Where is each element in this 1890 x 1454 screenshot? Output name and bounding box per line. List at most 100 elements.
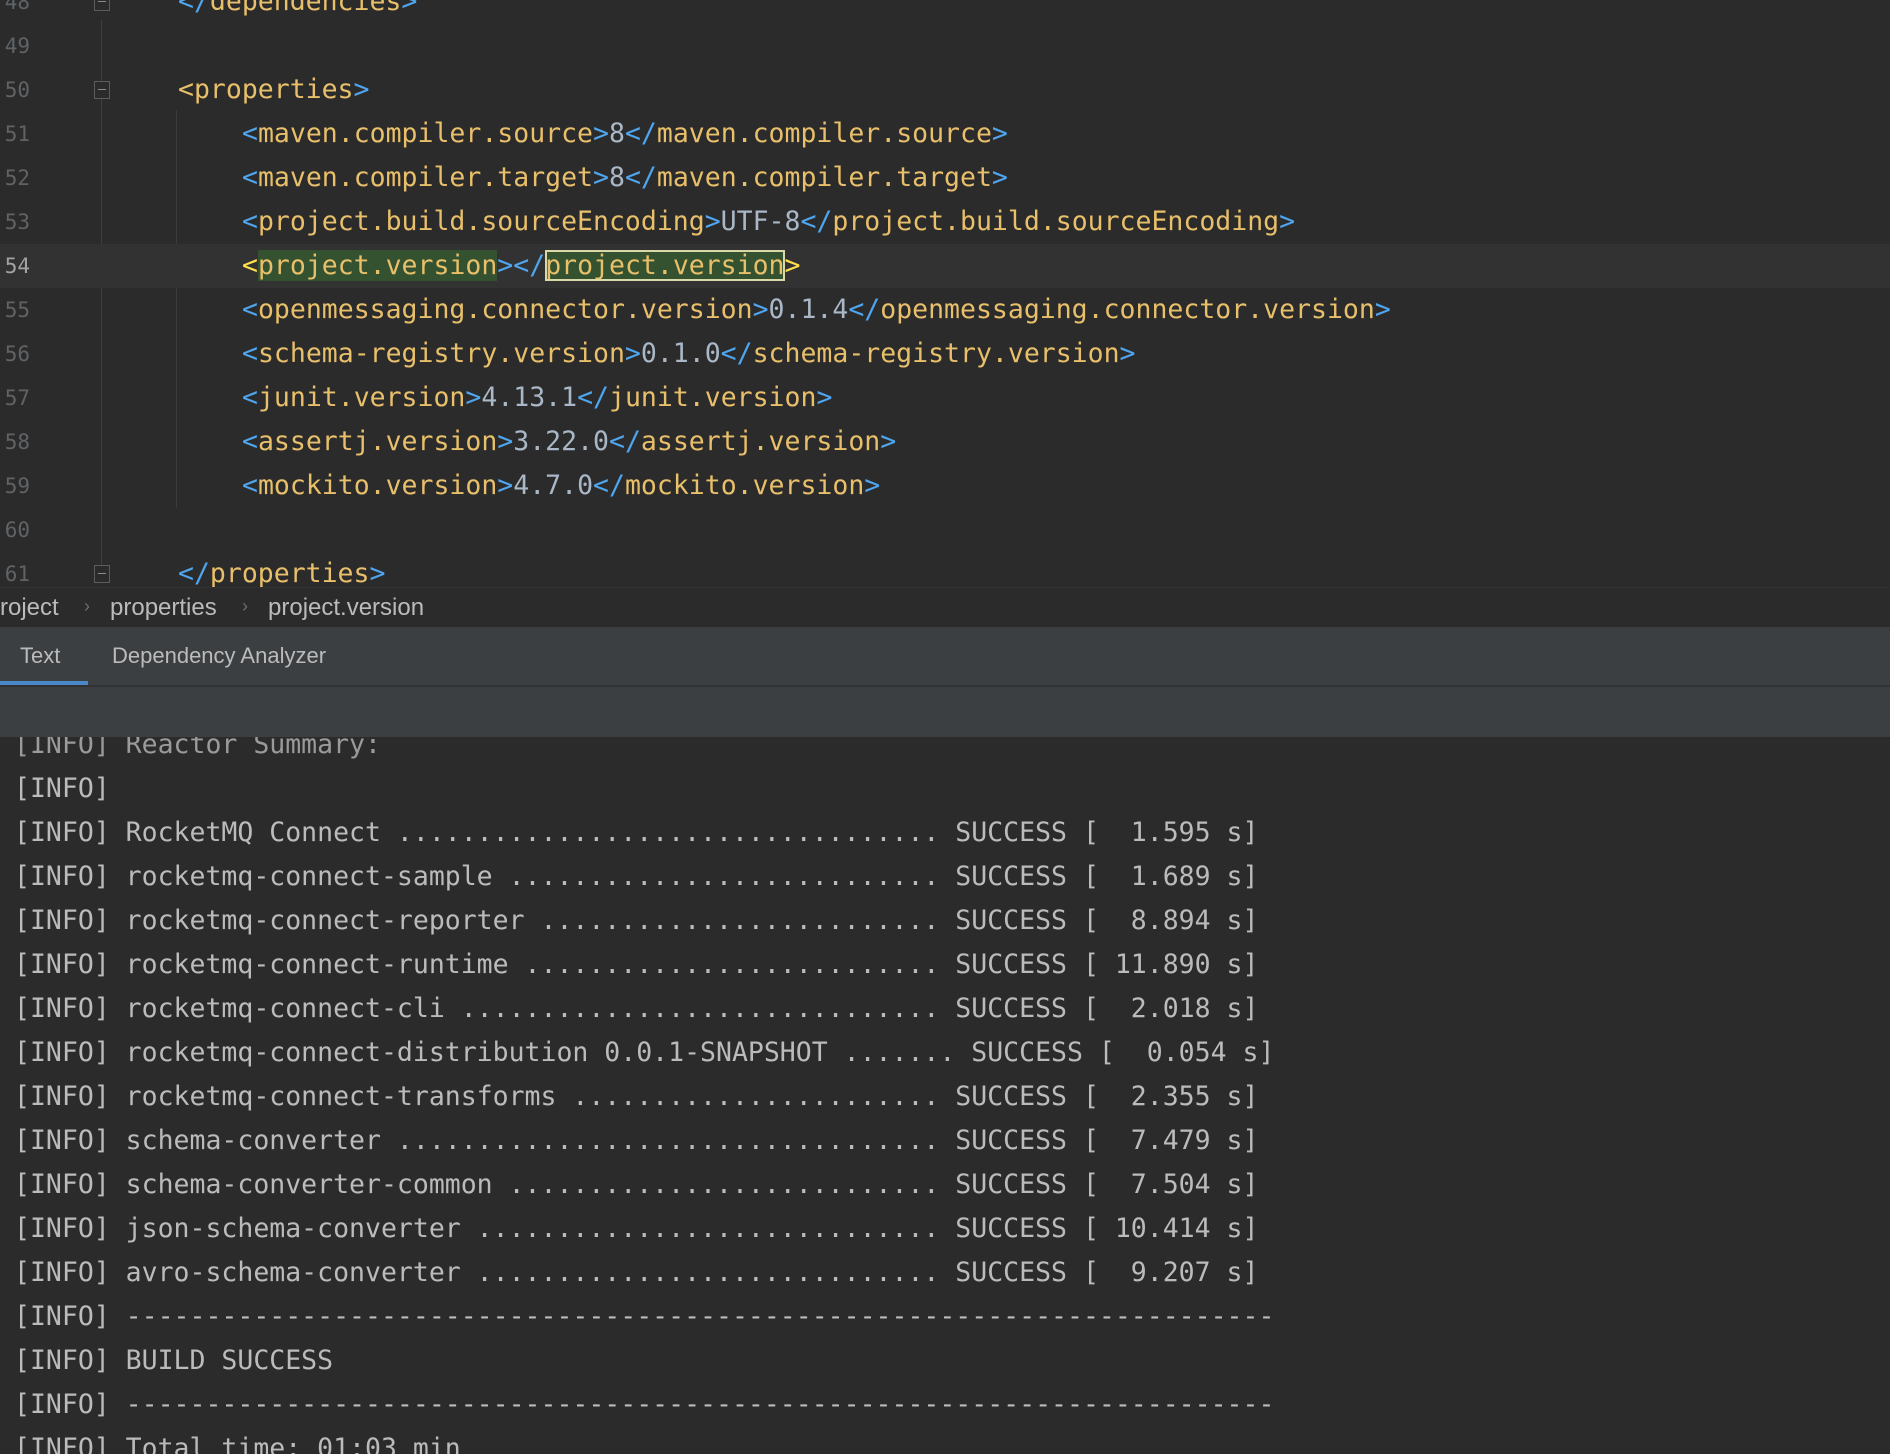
code-token: <	[242, 118, 258, 149]
code-line[interactable]: 49	[0, 24, 1890, 68]
line-number: 48	[4, 0, 30, 14]
console-line: [INFO] avro-schema-converter ...........…	[14, 1257, 1259, 1288]
run-console[interactable]: [INFO] Reactor Summary: [INFO] [INFO] Roc…	[0, 737, 1890, 1454]
breadcrumb: roject › properties › project.version	[0, 587, 1890, 628]
code-token: project.build.sourceEncoding	[257, 206, 705, 237]
code-line[interactable]: 60	[0, 508, 1890, 552]
console-line: [INFO] rocketmq-connect-distribution 0.0…	[14, 1037, 1275, 1068]
code-text: <maven.compiler.target>8</maven.compiler…	[242, 156, 1008, 200]
code-line[interactable]: 48 </dependencies>	[0, 0, 1890, 24]
code-line[interactable]: 58 <assertj.version>3.22.0</assertj.versi…	[0, 420, 1890, 464]
code-line[interactable]: 50 <properties>	[0, 68, 1890, 112]
code-line[interactable]: 56 <schema-registry.version>0.1.0</schema…	[0, 332, 1890, 376]
code-line[interactable]: 55 <openmessaging.connector.version>0.1.4…	[0, 288, 1890, 332]
code-token: </	[609, 426, 641, 457]
line-number: 57	[4, 386, 30, 410]
code-token: properties	[209, 558, 370, 587]
breadcrumb-item-project[interactable]: roject	[0, 594, 59, 622]
code-text: </properties>	[178, 552, 385, 587]
code-line[interactable]: 53 <project.build.sourceEncoding>UTF-8</p…	[0, 200, 1890, 244]
fold-toggle-icon[interactable]	[94, 81, 110, 99]
code-token: 8	[608, 162, 625, 193]
code-token: <	[242, 426, 258, 457]
console-line: [INFO] rocketmq-connect-cli ............…	[14, 993, 1259, 1024]
code-line[interactable]: 54 <project.version></project.version>	[0, 244, 1890, 288]
code-token: 0.1.4	[768, 294, 849, 325]
code-token: maven.compiler.source	[257, 118, 594, 149]
fold-toggle-icon[interactable]	[94, 0, 110, 11]
code-token: dependencies	[209, 0, 402, 17]
code-token: </	[577, 382, 610, 413]
code-token: >	[880, 426, 897, 457]
code-token: </	[593, 470, 625, 501]
code-token: <	[242, 294, 258, 325]
run-panel-header	[0, 687, 1890, 738]
code-token: <	[242, 382, 258, 413]
code-token: UTF-8	[720, 206, 801, 237]
code-text: <properties>	[178, 68, 369, 112]
code-line[interactable]: 61 </properties>	[0, 552, 1890, 587]
code-token: maven.compiler.source	[656, 118, 992, 149]
code-token: >	[497, 470, 514, 501]
code-token: >	[1279, 206, 1296, 237]
code-text: <openmessaging.connector.version>0.1.4</…	[242, 288, 1391, 332]
code-token: <	[242, 250, 258, 281]
tab-dependency-analyzer[interactable]: Dependency Analyzer	[92, 627, 346, 685]
code-token: junit.version	[257, 382, 466, 413]
code-token: schema-registry.version	[752, 338, 1120, 369]
code-token: >	[864, 470, 881, 501]
line-number: 50	[4, 78, 30, 102]
line-number: 60	[4, 518, 30, 542]
console-line: [INFO] BUILD SUCCESS	[14, 1345, 334, 1376]
code-text: <assertj.version>3.22.0</assertj.version…	[242, 420, 896, 464]
code-token: project.build.sourceEncoding	[832, 206, 1280, 237]
line-number: 54	[4, 254, 30, 278]
line-number: 49	[4, 34, 30, 58]
line-number: 59	[4, 474, 30, 498]
tab-text[interactable]: Text	[0, 627, 88, 685]
code-line[interactable]: 59 <mockito.version>4.7.0</mockito.versio…	[0, 464, 1890, 508]
code-token: >	[369, 558, 386, 587]
code-token: mockito.version	[257, 470, 498, 501]
code-text: <mockito.version>4.7.0</mockito.version>	[242, 464, 880, 508]
line-number: 53	[4, 210, 30, 234]
chevron-right-icon: ›	[84, 596, 90, 616]
breadcrumb-item-project-version[interactable]: project.version	[268, 594, 424, 622]
code-token: >	[624, 338, 641, 369]
code-token: >	[353, 74, 370, 105]
code-editor[interactable]: 48 </dependencies> 49 50 <properties> 51 <mave…	[0, 0, 1890, 587]
code-token: </	[800, 206, 833, 237]
console-line: [INFO] schema-converter-common .........…	[14, 1169, 1259, 1200]
code-token: </	[513, 250, 546, 281]
breadcrumb-item-properties[interactable]: properties	[110, 594, 217, 622]
code-line[interactable]: 57 <junit.version>4.13.1</junit.version>	[0, 376, 1890, 420]
code-token: >	[784, 250, 801, 281]
code-line[interactable]: 52 <maven.compiler.target>8</maven.compil…	[0, 156, 1890, 200]
code-token: assertj.version	[640, 426, 881, 457]
console-line: [INFO] RocketMQ Connect ................…	[14, 817, 1259, 848]
code-token: assertj.version	[257, 426, 498, 457]
code-token: </	[178, 558, 210, 587]
code-token: >	[401, 0, 418, 17]
fold-toggle-icon[interactable]	[94, 565, 110, 583]
code-token: >	[816, 382, 833, 413]
code-token: >	[704, 206, 721, 237]
code-token: >	[497, 426, 514, 457]
code-token: </	[624, 118, 657, 149]
code-token: project.version	[257, 250, 498, 281]
code-token: 3.22.0	[513, 426, 609, 457]
code-line[interactable]: 51 <maven.compiler.source>8</maven.compil…	[0, 112, 1890, 156]
code-token: maven.compiler.target	[257, 162, 594, 193]
code-token: >	[1374, 294, 1391, 325]
code-token: >	[752, 294, 769, 325]
code-token: openmessaging.connector.version	[257, 294, 753, 325]
console-line: [INFO] rocketmq-connect-runtime ........…	[14, 949, 1259, 980]
code-token: maven.compiler.target	[656, 162, 992, 193]
code-text: <schema-registry.version>0.1.0</schema-r…	[242, 332, 1136, 376]
code-token: </	[720, 338, 753, 369]
console-line: [INFO] json-schema-converter ...........…	[14, 1213, 1259, 1244]
console-line: [INFO] ---------------------------------…	[14, 1301, 1275, 1332]
code-token: junit.version	[609, 382, 817, 413]
code-token: </	[624, 162, 657, 193]
chevron-right-icon: ›	[242, 596, 248, 616]
